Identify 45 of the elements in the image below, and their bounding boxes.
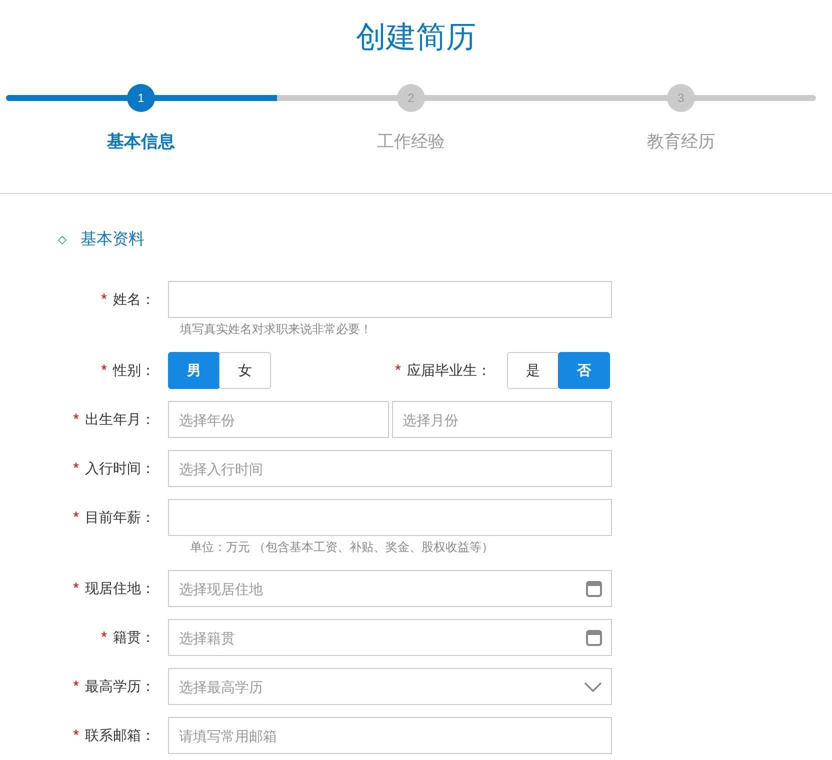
required-mark: * (101, 362, 107, 379)
input-field[interactable]: 选择年份 (168, 401, 388, 438)
required-mark: * (101, 291, 107, 308)
field-label: 籍贯： (113, 628, 155, 646)
calendar-icon[interactable] (586, 630, 602, 646)
field-label: 最高学历： (85, 678, 155, 696)
required-mark: * (73, 727, 79, 744)
required-mark: * (73, 678, 79, 695)
calendar-icon[interactable] (586, 580, 602, 596)
hint-text: 单位：万元 （包含基本工资、补贴、奖金、股权收益等） (189, 539, 494, 556)
input-field[interactable]: 选择月份 (392, 401, 612, 438)
required-mark: * (73, 460, 79, 477)
field-label: 入行时间： (85, 460, 155, 478)
required-mark: * (101, 629, 107, 646)
required-mark: * (395, 362, 401, 379)
section-title: 基本资料 (80, 230, 144, 250)
step-label[interactable]: 教育经历 (647, 132, 715, 152)
chevron-down-icon[interactable] (584, 682, 602, 692)
step-label[interactable]: 基本信息 (107, 132, 175, 152)
field-label: 联系邮箱： (85, 726, 155, 744)
hint-text: 填写真实姓名对求职来说非常必要！ (179, 321, 373, 338)
required-mark: * (73, 509, 79, 526)
field-label: 现居住地： (85, 580, 155, 598)
input-field[interactable] (168, 281, 612, 318)
option-button[interactable]: 否 (558, 352, 610, 389)
section-marker: ◇ (58, 233, 66, 248)
step-number[interactable]: 1 (127, 84, 155, 112)
input-field[interactable] (168, 499, 612, 536)
page-title: 创建简历 (356, 20, 476, 56)
field-label: 性别： (113, 362, 155, 380)
picker-field[interactable]: 选择籍贯 (168, 619, 612, 656)
field-label: 姓名： (113, 290, 155, 308)
option-button[interactable]: 是 (507, 352, 559, 389)
option-button[interactable]: 男 (168, 352, 220, 389)
step-label[interactable]: 工作经验 (377, 132, 445, 152)
field-label: 目前年薪： (85, 508, 155, 526)
select-field[interactable]: 选择最高学历 (168, 668, 612, 705)
required-mark: * (73, 411, 79, 428)
field-label: 应届毕业生： (407, 362, 491, 380)
picker-field[interactable]: 选择现居住地 (168, 570, 612, 607)
option-button[interactable]: 女 (219, 352, 271, 389)
input-field[interactable]: 请填写常用邮箱 (168, 717, 612, 754)
input-field[interactable]: 选择入行时间 (168, 450, 612, 487)
required-mark: * (73, 580, 79, 597)
field-label: 出生年月： (85, 410, 155, 428)
